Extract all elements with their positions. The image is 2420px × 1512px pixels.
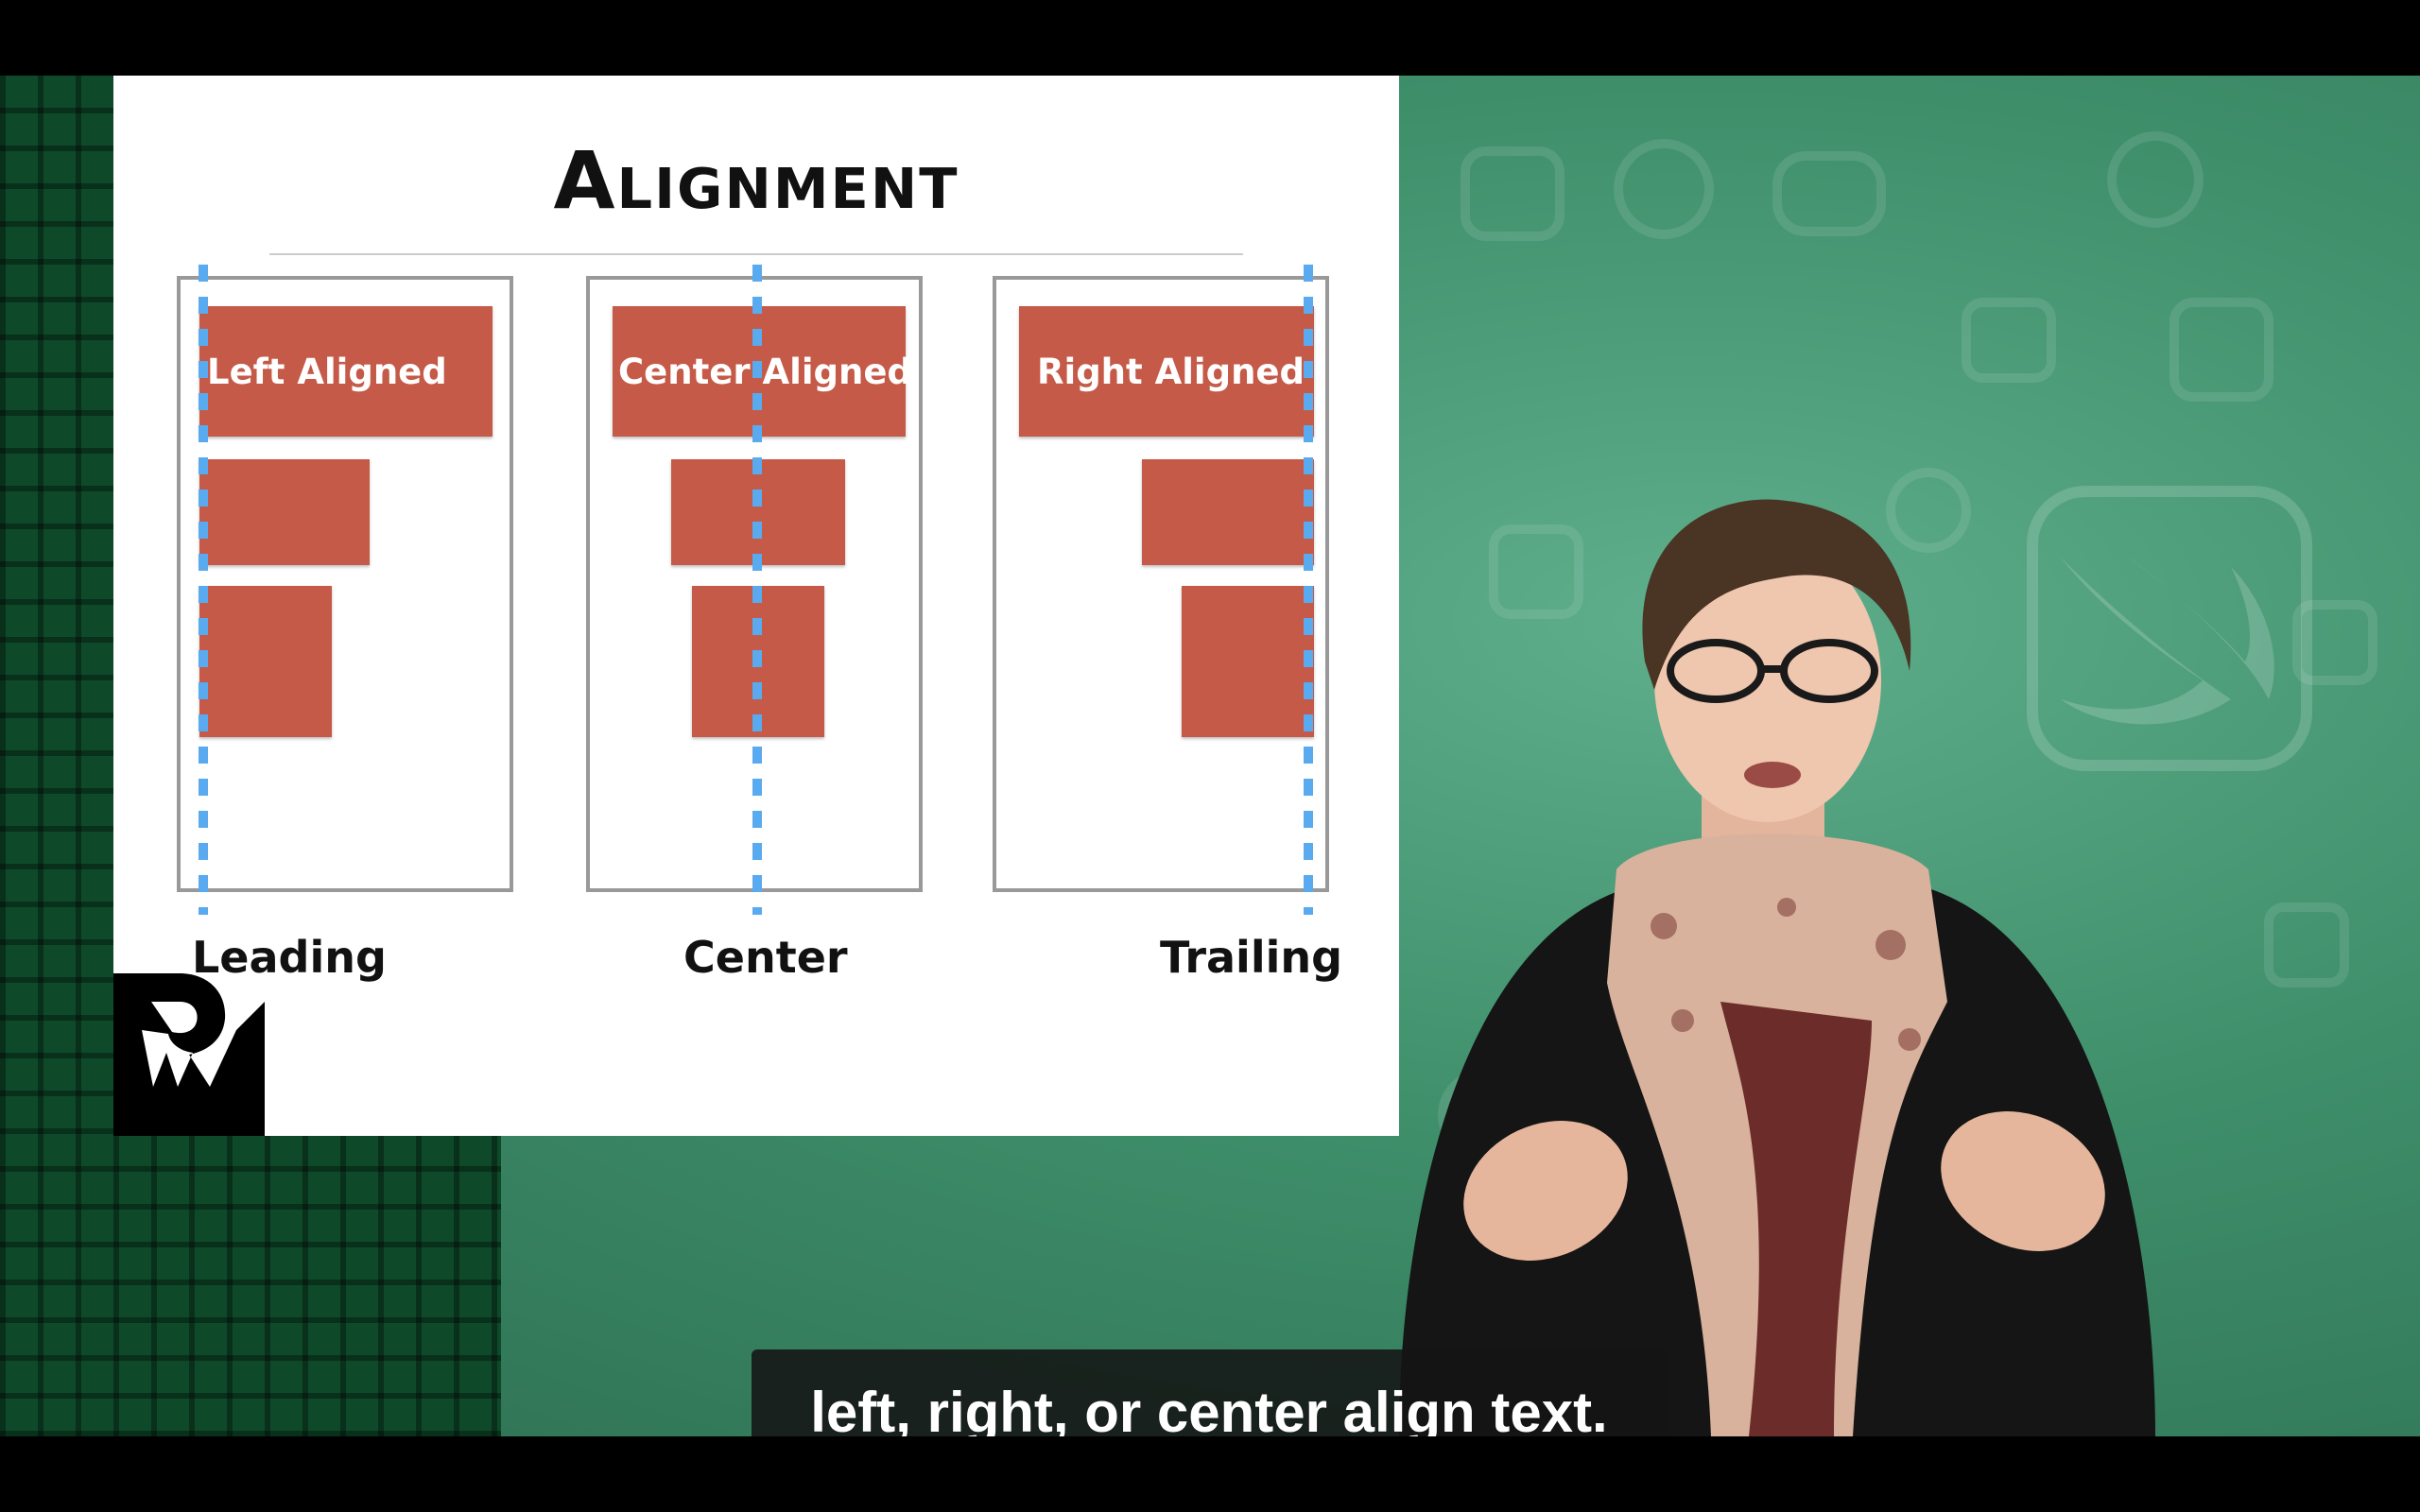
caption-center: Center [683,932,848,983]
slide-title: Alignment [553,134,959,227]
title-divider [269,253,1243,255]
block-label-right-aligned: Right Aligned [1037,351,1305,392]
block-label-center-aligned: Center Aligned [618,351,912,392]
subtitle-box: left, right, or center align text. [752,1349,1667,1436]
panel-trailing: Right Aligned [993,276,1329,892]
guide-line-leading [199,265,208,915]
block-small [199,586,332,737]
top-letterbox [0,0,2420,76]
caption-trailing: Trailing [1160,932,1343,983]
block-medium [1142,459,1314,565]
guide-line-center [752,265,762,915]
panel-leading: Left Aligned [177,276,513,892]
tile-pattern-bottom-left [0,1134,501,1436]
raywenderlich-logo [113,973,265,1136]
block-label-left-aligned: Left Aligned [207,351,447,392]
subtitle-text: left, right, or center align text. [810,1380,1608,1437]
block-wide: Left Aligned [199,306,493,437]
block-wide: Right Aligned [1019,306,1314,437]
video-frame[interactable]: Alignment Left Aligned Leading Center Al… [0,76,2420,1436]
bottom-letterbox [0,1436,2420,1512]
guide-line-trailing [1304,265,1313,915]
presentation-slide: Alignment Left Aligned Leading Center Al… [113,76,1399,1136]
presenter [1399,499,2155,1436]
block-small [1182,586,1314,737]
block-medium [199,459,370,565]
